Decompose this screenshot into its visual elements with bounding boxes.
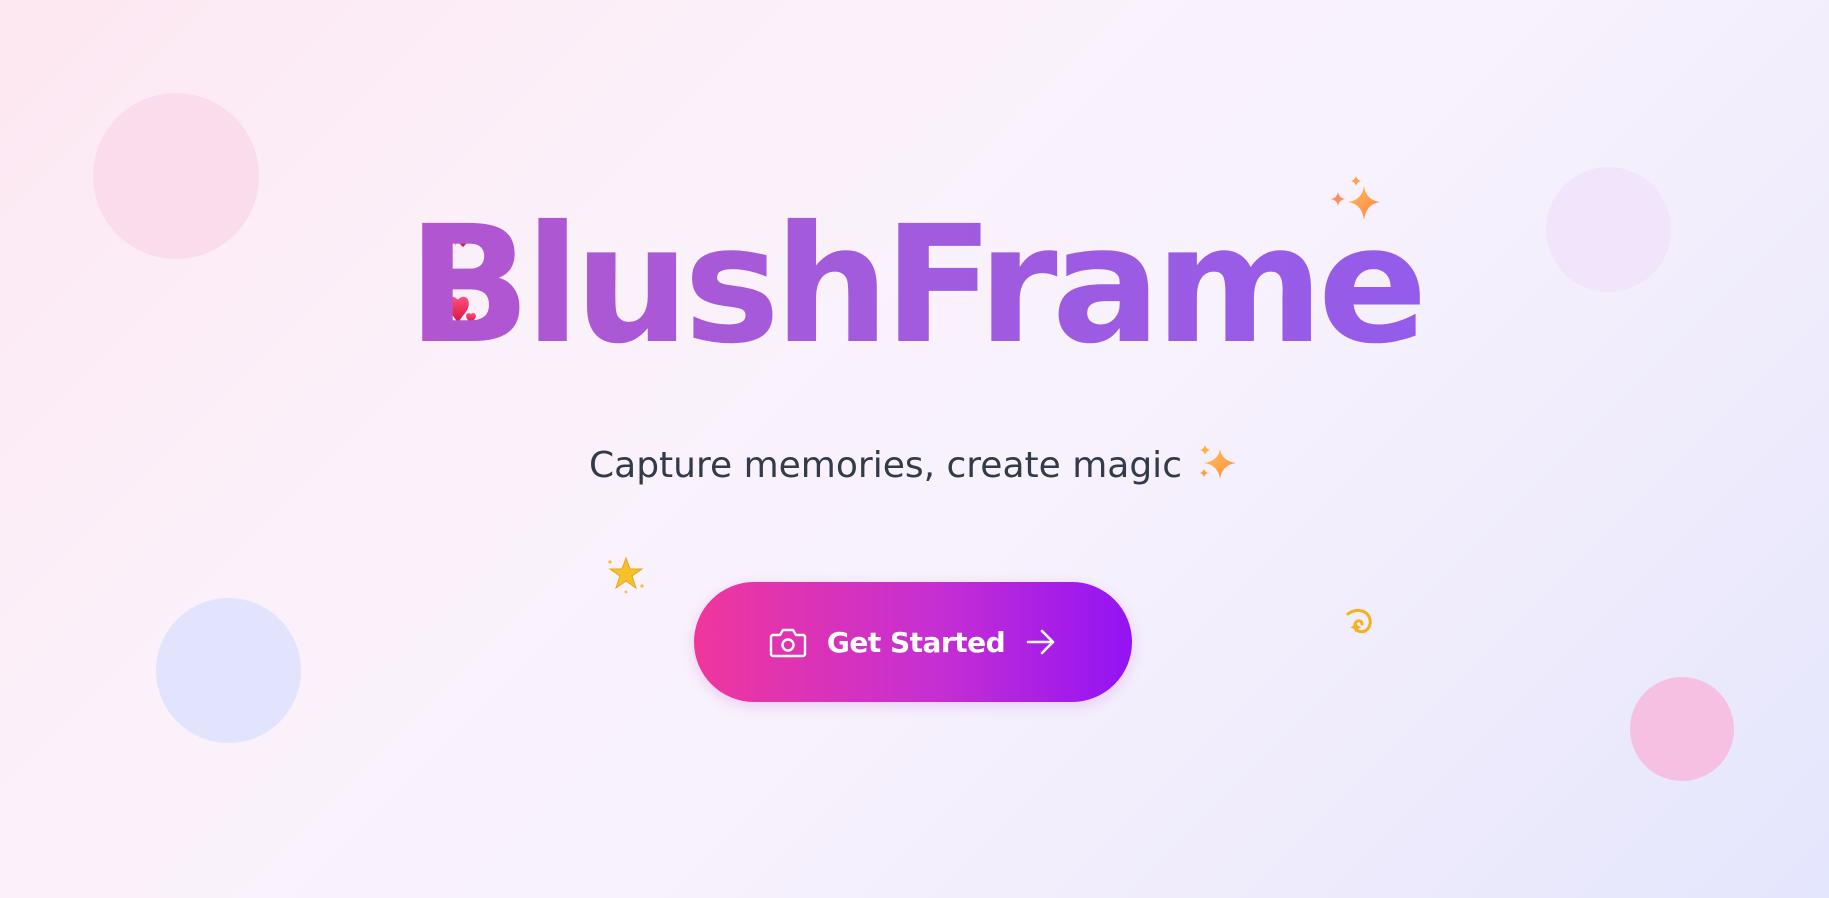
- dizzy-icon: [1346, 608, 1372, 634]
- get-started-label: Get Started: [826, 625, 1006, 659]
- sparkles-icon: [1199, 445, 1236, 479]
- tagline-text: Capture memories, create magic: [589, 445, 1182, 486]
- brand-title: BlushFrame: [0, 196, 1829, 376]
- decorative-circle-rose: [1630, 677, 1734, 781]
- arrow-right-icon: [1026, 629, 1055, 655]
- camera-icon: [769, 628, 807, 658]
- glowing-star-icon: [608, 556, 644, 594]
- hero-tagline: Capture memories, create magic: [0, 440, 1829, 492]
- get-started-button[interactable]: Get Started: [694, 582, 1132, 702]
- decorative-circle-periwinkle: [156, 598, 301, 743]
